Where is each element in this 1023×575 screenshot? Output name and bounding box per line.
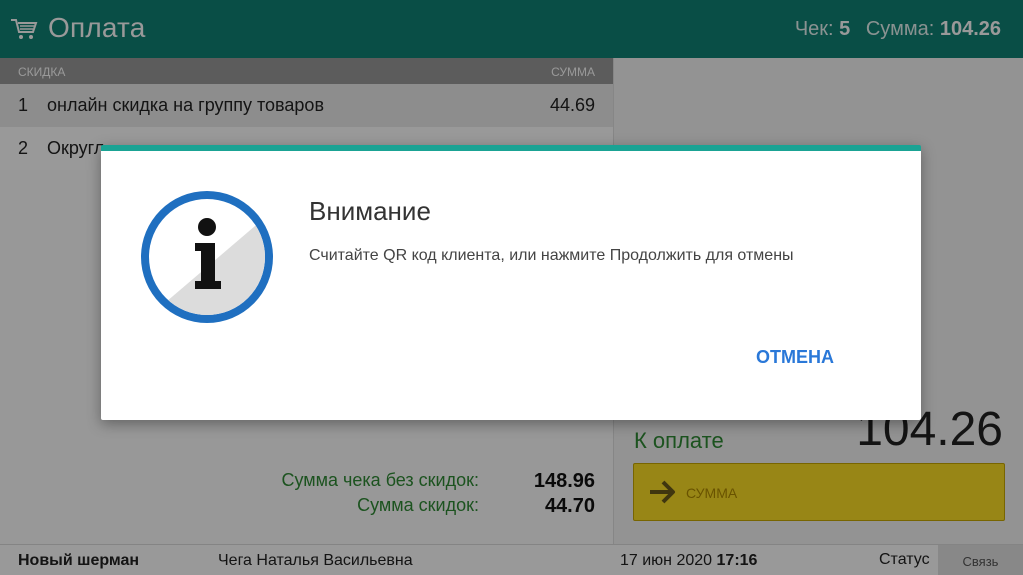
cancel-button[interactable]: ОТМЕНА [756, 347, 834, 368]
attention-dialog: Внимание Считайте QR код клиента, или на… [101, 145, 921, 420]
dialog-title: Внимание [309, 196, 431, 226]
dialog-message: Считайте QR код клиента, или нажмите Про… [309, 247, 794, 264]
info-icon [141, 191, 273, 323]
payment-screen: Оплата Чек: 5 Сумма: 104.26 СКИДКА СУММА… [0, 0, 1023, 575]
